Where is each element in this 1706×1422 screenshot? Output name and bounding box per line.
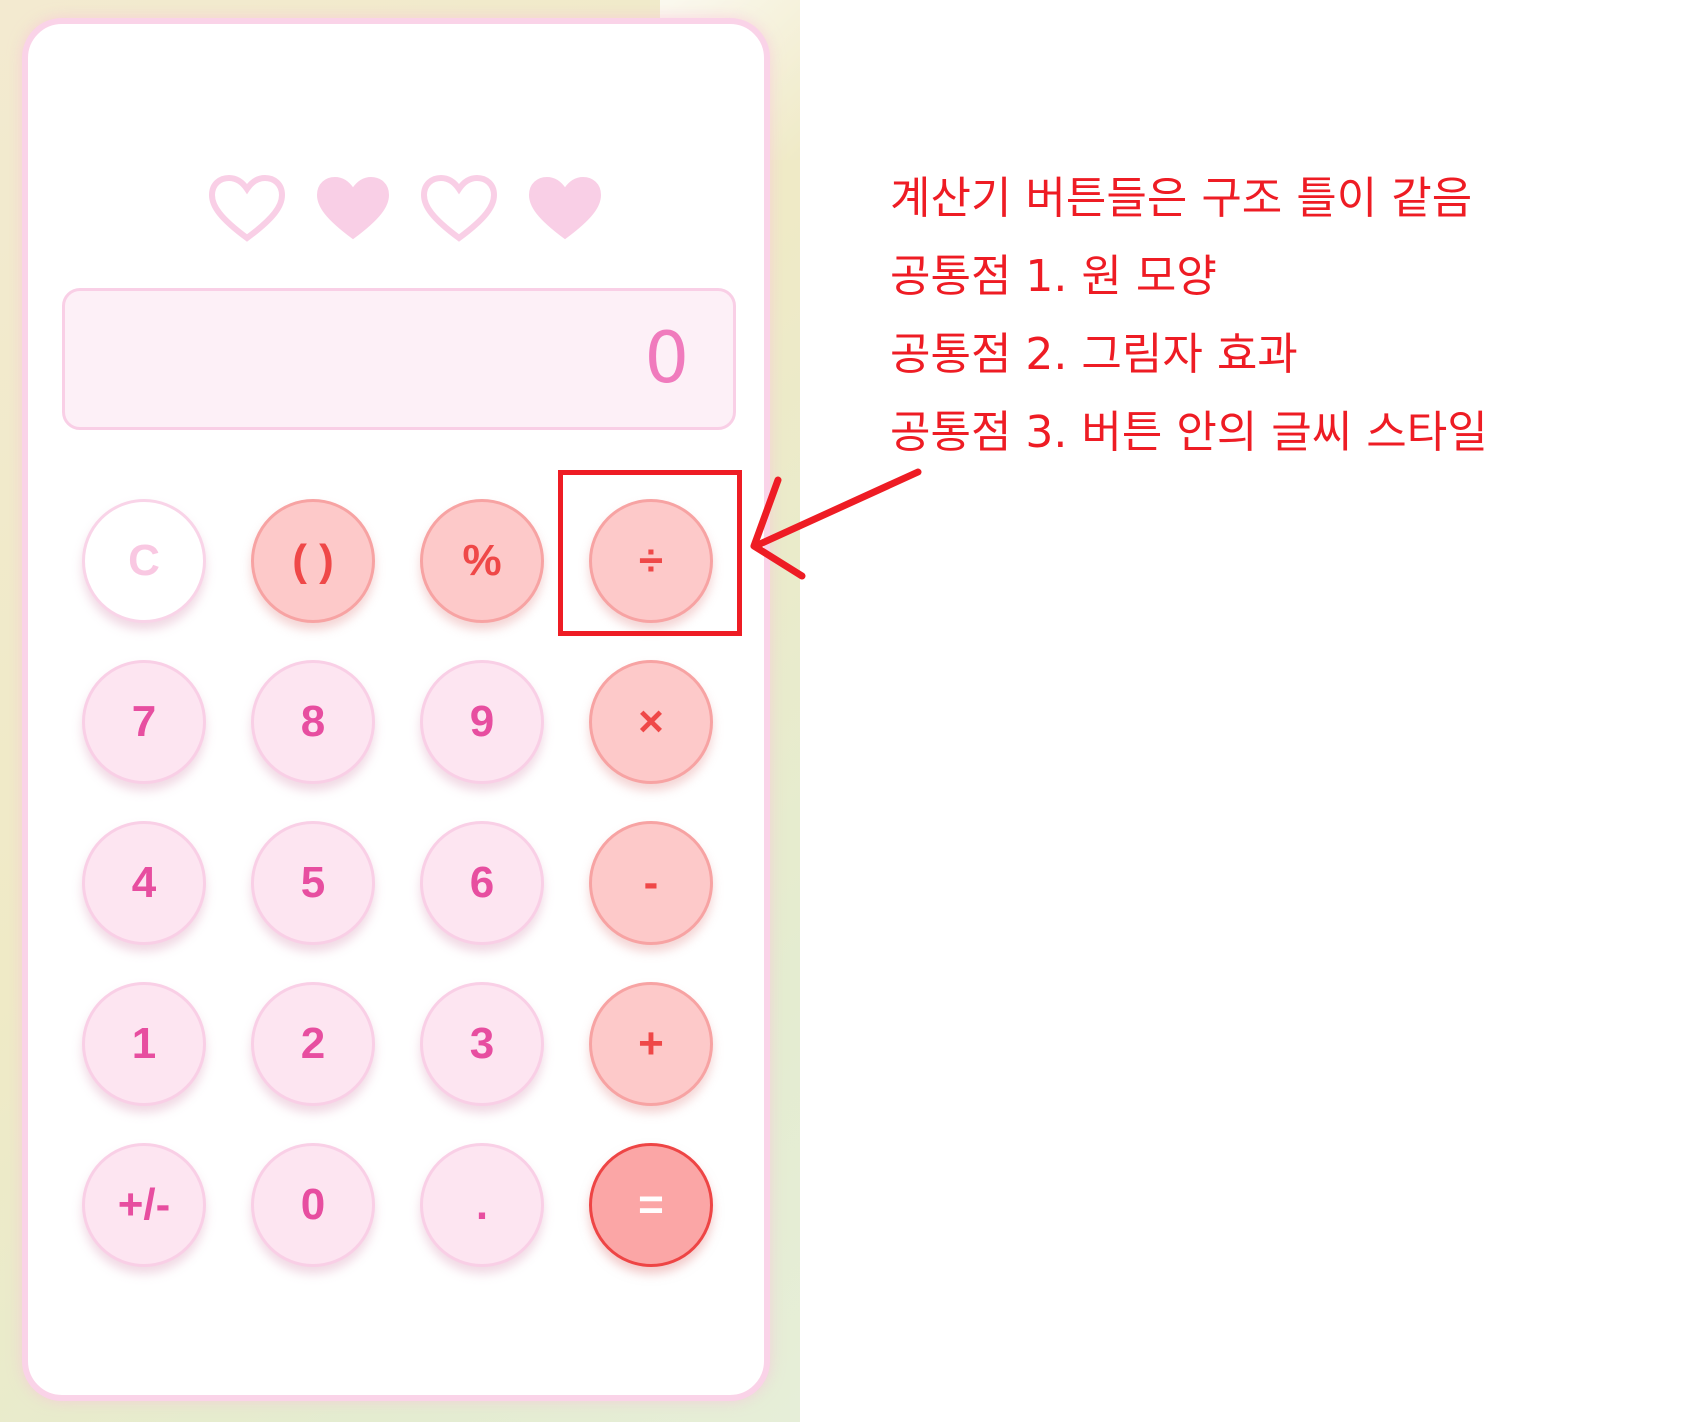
button-label: 2 — [300, 1019, 326, 1068]
digit-1-button[interactable]: 1 — [82, 982, 206, 1106]
button-label: 3 — [469, 1019, 495, 1068]
button-label: 9 — [469, 697, 495, 746]
button-label: 5 — [300, 858, 326, 907]
annotation-arrow-icon — [750, 468, 922, 580]
button-label: + — [638, 1019, 664, 1068]
add-button[interactable]: + — [589, 982, 713, 1106]
button-label: 7 — [131, 697, 157, 746]
clear-button[interactable]: C — [82, 499, 206, 623]
button-label: % — [462, 536, 502, 585]
button-label: 0 — [300, 1180, 326, 1229]
annotation-line: 공통점 1. 원 모양 — [890, 251, 1217, 302]
calculator-card: 0 C( )% ÷ 7 8 9 × 4 5 6-1 2 3 + +/- 0. = — [22, 18, 770, 1401]
digit-9-button[interactable]: 9 — [420, 660, 544, 784]
button-label: 1 — [131, 1019, 157, 1068]
button-label: 8 — [300, 697, 326, 746]
annotation-line: 계산기 버튼들은 구조 틀이 같음 — [890, 173, 1473, 224]
multiply-button[interactable]: × — [589, 660, 713, 784]
equals-button[interactable]: = — [589, 1143, 713, 1267]
button-label: × — [638, 697, 664, 746]
button-label: . — [475, 1180, 489, 1229]
heart-filled-icon — [528, 176, 602, 240]
digit-3-button[interactable]: 3 — [420, 982, 544, 1106]
digit-0-button[interactable]: 0 — [251, 1143, 375, 1267]
button-label: C — [128, 536, 160, 585]
display-value: 0 — [644, 317, 689, 399]
heart-filled-icon — [316, 176, 390, 240]
calculator-display: 0 — [62, 288, 736, 430]
annotation-highlight-box — [558, 470, 742, 636]
hearts-decoration — [208, 174, 628, 254]
button-label: 6 — [469, 858, 495, 907]
button-label: 4 — [131, 858, 157, 907]
decimal-button[interactable]: . — [420, 1143, 544, 1267]
annotation-line: 공통점 3. 버튼 안의 글씨 스타일 — [890, 407, 1488, 458]
digit-6-button[interactable]: 6 — [420, 821, 544, 945]
annotation-text: 계산기 버튼들은 구조 틀이 같음 공통점 1. 원 모양 공통점 2. 그림자… — [890, 160, 1488, 472]
button-label: = — [638, 1180, 664, 1229]
heart-outline-icon — [420, 174, 498, 242]
button-label: ( ) — [292, 536, 334, 585]
sign-toggle-button[interactable]: +/- — [82, 1143, 206, 1267]
percent-button[interactable]: % — [420, 499, 544, 623]
digit-4-button[interactable]: 4 — [82, 821, 206, 945]
digit-7-button[interactable]: 7 — [82, 660, 206, 784]
digit-2-button[interactable]: 2 — [251, 982, 375, 1106]
button-label: - — [643, 858, 659, 907]
subtract-button[interactable]: - — [589, 821, 713, 945]
button-label: +/- — [117, 1180, 171, 1229]
heart-outline-icon — [208, 174, 286, 242]
digit-8-button[interactable]: 8 — [251, 660, 375, 784]
digit-5-button[interactable]: 5 — [251, 821, 375, 945]
annotation-line: 공통점 2. 그림자 효과 — [890, 329, 1298, 380]
parentheses-button[interactable]: ( ) — [251, 499, 375, 623]
